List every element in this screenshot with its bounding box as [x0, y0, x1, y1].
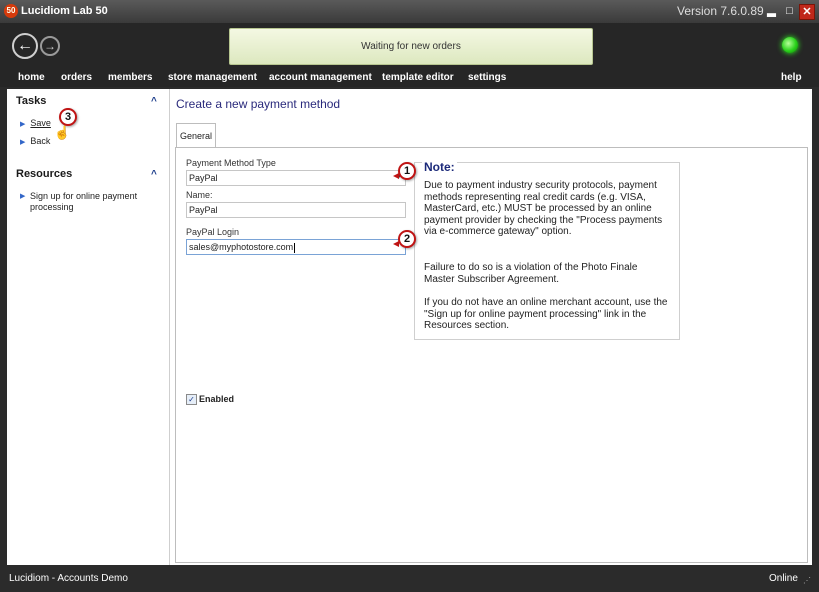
- back-task-link[interactable]: ▶ Back: [20, 136, 50, 146]
- enabled-label: Enabled: [199, 394, 235, 404]
- tasks-header: Tasks: [16, 95, 47, 107]
- close-button[interactable]: ✕: [799, 4, 815, 20]
- signup-payment-label[interactable]: Sign up for online payment processing: [20, 191, 148, 213]
- tasks-collapse-icon[interactable]: ^: [151, 96, 157, 107]
- main-menu: home orders members store management acc…: [0, 69, 819, 87]
- general-form: Payment Method Type PayPal ▼ Name: PayPa…: [175, 147, 808, 563]
- note-box: Note: Due to payment industry security p…: [414, 160, 680, 340]
- account-status: Lucidiom - Accounts Demo: [9, 573, 128, 584]
- order-status-message: Waiting for new orders: [229, 28, 593, 65]
- page-title: Create a new payment method: [176, 97, 341, 111]
- hand-cursor-icon: ☝: [54, 125, 71, 140]
- resources-collapse-icon[interactable]: ^: [151, 169, 157, 180]
- enabled-checkbox[interactable]: ✓: [186, 394, 197, 405]
- connection-status-led-icon: [782, 37, 798, 53]
- title-bar: 50 Lucidiom Lab 50 Version 7.6.0.89 ▂ □ …: [0, 0, 819, 23]
- save-task-label[interactable]: Save: [30, 118, 51, 128]
- toolbar: ← → Waiting for new orders: [0, 23, 819, 69]
- menu-help[interactable]: help: [781, 72, 802, 83]
- name-value: PayPal: [189, 205, 218, 215]
- payment-type-value: PayPal: [189, 173, 218, 183]
- name-field[interactable]: PayPal: [186, 202, 406, 218]
- menu-home[interactable]: home: [18, 72, 45, 83]
- note-paragraph: Failure to do so is a violation of the P…: [424, 262, 638, 285]
- payment-type-select[interactable]: PayPal ▼: [186, 170, 406, 186]
- menu-template-editor[interactable]: template editor: [382, 72, 454, 83]
- menu-orders[interactable]: orders: [61, 72, 92, 83]
- payment-type-label: Payment Method Type: [186, 158, 276, 168]
- callout-marker-2: 2: [398, 230, 416, 248]
- signup-payment-link[interactable]: ▶ Sign up for online payment processing: [20, 191, 148, 213]
- resize-grip-icon[interactable]: ⋰: [803, 576, 811, 585]
- menu-members[interactable]: members: [108, 72, 152, 83]
- note-paragraph: If you do not have an online merchant ac…: [424, 297, 668, 331]
- bullet-triangle-icon: ▶: [20, 139, 26, 146]
- note-title: Note:: [422, 160, 457, 174]
- status-bar: Lucidiom - Accounts Demo Online ⋰: [0, 569, 819, 592]
- app-version: Version 7.6.0.89: [677, 4, 764, 18]
- main-panel: Create a new payment method General Paym…: [170, 89, 812, 565]
- menu-store-management[interactable]: store management: [168, 72, 257, 83]
- app-logo-icon: 50: [4, 4, 18, 18]
- app-title: Lucidiom Lab 50: [21, 5, 108, 17]
- minimize-button[interactable]: ▂: [764, 4, 779, 19]
- resources-header: Resources: [16, 168, 73, 180]
- bullet-triangle-icon: ▶: [20, 121, 26, 128]
- bullet-triangle-icon: ▶: [20, 193, 26, 200]
- forward-arrow-icon[interactable]: →: [40, 36, 60, 56]
- text-cursor: [294, 242, 296, 253]
- paypal-login-field[interactable]: sales@myphotostore.com: [186, 239, 406, 255]
- tab-general[interactable]: General: [176, 123, 216, 148]
- callout-marker-3: 3: [59, 108, 77, 126]
- note-paragraph: Due to payment industry security protoco…: [424, 180, 663, 237]
- paypal-login-value: sales@myphotostore.com: [189, 242, 294, 252]
- maximize-button[interactable]: □: [782, 4, 797, 19]
- online-status: Online: [769, 573, 798, 584]
- menu-settings[interactable]: settings: [468, 72, 506, 83]
- back-arrow-icon[interactable]: ←: [12, 33, 38, 59]
- menu-account-management[interactable]: account management: [269, 72, 372, 83]
- task-sidebar: Tasks ^ ▶ Save ▶ Back Resources ^ ▶ Sign u…: [7, 89, 170, 565]
- name-label: Name:: [186, 190, 213, 200]
- paypal-login-label: PayPal Login: [186, 227, 240, 237]
- save-task-link[interactable]: ▶ Save: [20, 118, 51, 128]
- back-task-label[interactable]: Back: [30, 136, 50, 146]
- callout-marker-1: 1: [398, 162, 416, 180]
